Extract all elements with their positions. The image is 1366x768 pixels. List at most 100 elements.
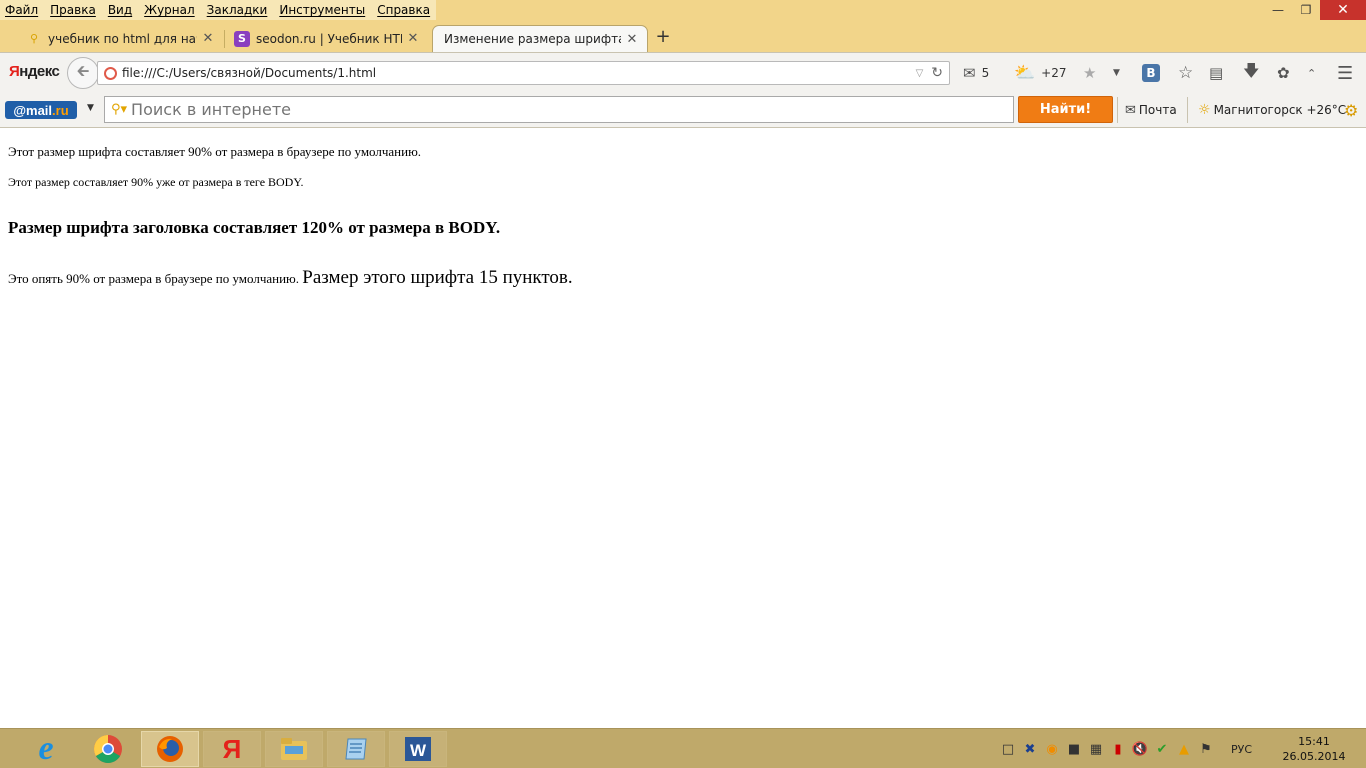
- system-tray: □ ✖ ◉ ■ ▦ ▮ 🔇 ✔ ▲ ⚑ РУС: [997, 729, 1252, 768]
- weather-label: Магнитогорск +26°C: [1213, 103, 1347, 117]
- mail-link[interactable]: ✉ Почта: [1125, 92, 1177, 128]
- tab-title: seodon.ru | Учебник HTM...: [256, 31, 402, 46]
- bookmarks-button[interactable]: ☆: [1178, 53, 1193, 93]
- navigation-bar: Яндекс 🡰 file:///C:/Users/связной/Docume…: [0, 52, 1366, 92]
- menu-file[interactable]: Файл: [5, 3, 38, 17]
- close-tab-icon[interactable]: ✕: [201, 31, 215, 46]
- mailru-dropdown-icon[interactable]: ▼: [87, 103, 94, 113]
- hamburger-icon: ☰: [1337, 62, 1354, 84]
- internet-explorer-icon: e: [38, 730, 54, 767]
- tab-active[interactable]: Изменение размера шрифта ✕: [432, 25, 648, 52]
- mailru-logo-suffix: .ru: [52, 102, 69, 118]
- tab-uchebnik[interactable]: ⚲ учебник по html для начи... ✕: [18, 25, 223, 52]
- mailru-logo[interactable]: @mail .ru: [5, 101, 77, 119]
- find-button[interactable]: Найти!: [1018, 96, 1113, 123]
- taskbar-yandex-browser[interactable]: Я: [203, 731, 261, 767]
- bluetooth-icon[interactable]: ✖: [1019, 742, 1041, 757]
- close-window-button[interactable]: ✕: [1320, 0, 1366, 20]
- new-tab-button[interactable]: +: [654, 27, 672, 47]
- back-button[interactable]: 🡰: [67, 57, 99, 89]
- menu-help[interactable]: Справка: [377, 3, 430, 17]
- chevron-up-icon: ⌃: [1307, 66, 1317, 80]
- window-controls: — ❐ ✕: [1264, 0, 1366, 20]
- envelope-icon: ✉: [1125, 102, 1136, 118]
- url-text[interactable]: file:///C:/Users/связной/Documents/1.htm…: [122, 66, 916, 80]
- flag-icon[interactable]: ⚑: [1195, 742, 1217, 757]
- clock-time: 15:41: [1298, 735, 1330, 748]
- menu-edit[interactable]: Правка: [50, 3, 96, 17]
- yandex-browser-icon: Я: [222, 733, 242, 764]
- mail-link-label: Почта: [1138, 103, 1177, 117]
- tab-seodon[interactable]: S seodon.ru | Учебник HTM... ✕: [226, 25, 428, 52]
- update-icon[interactable]: ▲: [1173, 742, 1195, 757]
- url-bar[interactable]: file:///C:/Users/связной/Documents/1.htm…: [97, 61, 950, 85]
- taskbar-word[interactable]: W: [389, 731, 447, 767]
- minimize-button[interactable]: —: [1264, 0, 1292, 20]
- taskbar-notepad[interactable]: [327, 731, 385, 767]
- site-identity-icon[interactable]: [104, 66, 117, 80]
- menu-tools[interactable]: Инструменты: [279, 3, 365, 17]
- vk-button[interactable]: B: [1142, 53, 1160, 93]
- mail-count: 5: [981, 66, 990, 80]
- mailru-logo-prefix: @mail: [13, 102, 53, 118]
- yandex-logo-text: ндекс: [19, 63, 60, 80]
- main-menu-button[interactable]: ☰: [1337, 53, 1353, 93]
- notepad-icon: [345, 738, 367, 760]
- gear-icon: ⚙: [1344, 100, 1359, 120]
- mailru-toolbar: @mail.ru ▼ ⚲▾ Найти! ✉ Почта ☼ Магнитого…: [0, 92, 1366, 128]
- page-heading: Размер шрифта заголовка составляет 120% …: [8, 218, 501, 237]
- seodon-icon: S: [234, 30, 250, 47]
- url-history-dropdown-icon[interactable]: ▽: [916, 68, 924, 79]
- device-icon[interactable]: ■: [1063, 742, 1085, 757]
- toolbar-separator: [1117, 92, 1118, 128]
- word-icon: W: [405, 737, 431, 761]
- search-input[interactable]: [131, 100, 1013, 119]
- weather-widget[interactable]: ⛅ +27: [1014, 53, 1067, 93]
- chrome-icon: [94, 735, 122, 763]
- paragraph-small-text: Это опять 90% от размера в браузере по у…: [8, 271, 300, 286]
- toolbar-separator: [1187, 92, 1188, 128]
- menu-history[interactable]: Журнал: [144, 3, 195, 17]
- taskbar-firefox[interactable]: [141, 731, 199, 767]
- mail-widget[interactable]: ✉ 5: [963, 53, 989, 93]
- menu-view[interactable]: Вид: [108, 3, 132, 17]
- scroll-up-button[interactable]: ⌃: [1307, 53, 1316, 93]
- volume-muted-icon[interactable]: 🔇: [1129, 742, 1151, 757]
- reading-list-button[interactable]: ▤: [1209, 53, 1223, 93]
- paragraph-90-percent: Этот размер шрифта составляет 90% от раз…: [8, 144, 422, 159]
- action-center-icon[interactable]: □: [997, 742, 1019, 757]
- menu-bar: Файл Правка Вид Журнал Закладки Инструме…: [0, 0, 437, 20]
- close-tab-icon[interactable]: ✕: [406, 31, 420, 46]
- toolbar-dropdown-button[interactable]: ▼: [1113, 53, 1120, 93]
- taskbar-file-explorer[interactable]: [265, 731, 323, 767]
- menu-bookmarks[interactable]: Закладки: [207, 3, 268, 17]
- antivirus-icon[interactable]: ✔: [1151, 742, 1173, 757]
- taskbar-chrome[interactable]: [79, 731, 137, 767]
- taskbar-internet-explorer[interactable]: e: [17, 730, 75, 767]
- signal-bars-icon[interactable]: ▦: [1085, 742, 1107, 757]
- yandex-logo[interactable]: Яндекс: [9, 63, 60, 80]
- download-arrow-icon: 🡇: [1243, 60, 1260, 80]
- weather-link[interactable]: ☼ Магнитогорск +26°C: [1198, 92, 1346, 128]
- settings-button[interactable]: ⚙: [1344, 92, 1358, 128]
- language-indicator[interactable]: РУС: [1231, 743, 1252, 756]
- mailru-search-box[interactable]: ⚲▾: [104, 96, 1014, 123]
- arrow-left-icon: 🡰: [76, 60, 90, 80]
- paragraph-90-percent-of-body: Этот размер составляет 90% уже от размер…: [8, 175, 304, 189]
- search-engine-icon[interactable]: ⚲▾: [111, 102, 127, 117]
- firefox-icon: [157, 736, 183, 762]
- battery-icon[interactable]: ▮: [1107, 742, 1129, 757]
- folder-icon: [281, 738, 307, 760]
- restore-button[interactable]: ❐: [1292, 0, 1320, 20]
- clock[interactable]: 15:41 26.05.2014: [1282, 734, 1346, 764]
- reload-icon[interactable]: ↻: [931, 65, 943, 81]
- app-tray-icon[interactable]: ◉: [1041, 742, 1063, 757]
- puzzle-icon: ✿: [1277, 64, 1290, 82]
- bookmark-star-button[interactable]: ★: [1083, 53, 1096, 93]
- downloads-button[interactable]: 🡇: [1243, 53, 1259, 93]
- close-tab-icon[interactable]: ✕: [625, 32, 639, 47]
- addons-button[interactable]: ✿: [1277, 53, 1290, 93]
- tab-strip: ⚲ учебник по html для начи... ✕ S seodon…: [0, 20, 1366, 52]
- clock-date: 26.05.2014: [1282, 750, 1346, 763]
- triangle-down-icon: ▼: [1113, 68, 1120, 78]
